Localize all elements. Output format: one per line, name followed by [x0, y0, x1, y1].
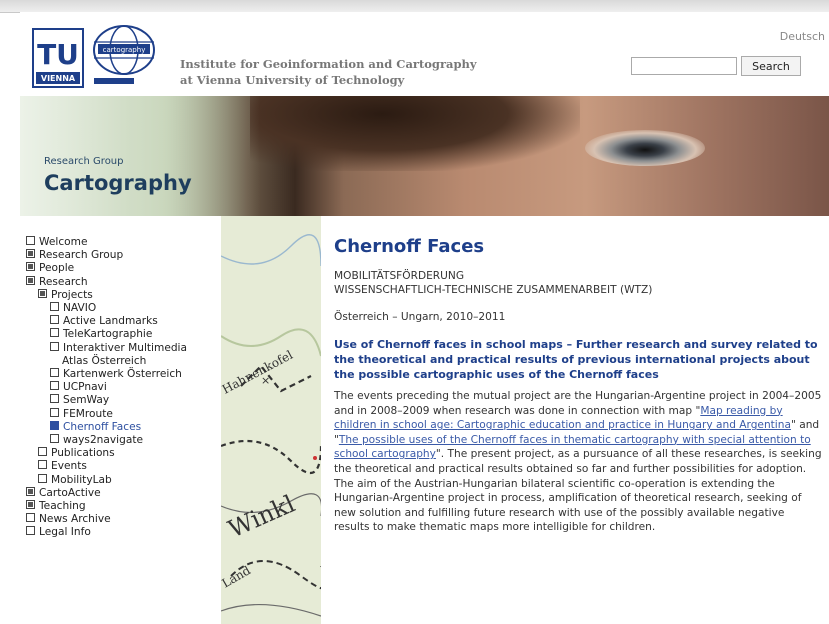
sidebar-item-ways2navigate[interactable]: ways2navigate — [26, 434, 222, 447]
content-line-wtz: WISSENSCHAFTLICH-TECHNISCHE ZUSAMMENARBE… — [334, 284, 653, 296]
sidebar-item-label: Active Landmarks — [63, 315, 158, 328]
page-icon — [50, 394, 59, 404]
sidebar-item-kartenwerk-sterreich[interactable]: Kartenwerk Österreich — [26, 368, 222, 381]
sidebar-item-label: Kartenwerk Österreich — [63, 368, 182, 381]
page-icon — [26, 513, 35, 523]
page-icon — [50, 407, 59, 417]
sidebar-item-label: UCPnavi — [63, 381, 107, 394]
page-title: Chernoff Faces — [334, 236, 485, 257]
page-icon — [50, 434, 59, 444]
page-icon — [38, 473, 47, 483]
sidebar-item-label: ways2navigate — [63, 434, 143, 447]
sidebar-item-label: Publications — [51, 447, 115, 460]
sidebar-item-label: Legal Info — [39, 526, 91, 539]
sidebar-item-interaktiver-multimedia[interactable]: Interaktiver Multimedia — [26, 341, 222, 355]
institute-line-1: Institute for Geoinformation and Cartogr… — [180, 57, 477, 71]
main-content: Chernoff Faces MOBILITÄTSFÖRDERUNG WISSE… — [334, 236, 822, 535]
sidebar-item-label: Events — [51, 460, 87, 473]
sidebar-item-label: Welcome — [39, 236, 88, 248]
sidebar-item-research[interactable]: Research — [26, 275, 222, 289]
institute-name: Institute for Geoinformation and Cartogr… — [180, 56, 477, 88]
sidebar-item-chernoff-faces[interactable]: Chernoff Faces — [26, 420, 222, 434]
sidebar-item-welcome[interactable]: Welcome — [26, 236, 222, 249]
page-icon — [50, 381, 59, 391]
sidebar-item-label: People — [39, 262, 75, 275]
banner-cartography-title: Cartography — [44, 171, 192, 195]
sidebar-item-label: Chernoff Faces — [63, 420, 142, 433]
content-paragraph: The events preceding the mutual project … — [334, 389, 822, 535]
institute-line-2: at Vienna University of Technology — [180, 73, 405, 87]
sidebar-navigation: Welcome Research Group People Research Proje… — [26, 236, 222, 540]
page-icon — [26, 526, 35, 536]
sidebar-item-navio[interactable]: NAVIO — [26, 302, 222, 315]
sidebar-item-research-group[interactable]: Research Group — [26, 249, 222, 262]
sidebar-item-legal-info[interactable]: Legal Info — [26, 526, 222, 539]
sidebar-item-atlas-sterreich: Atlas Österreich — [26, 355, 222, 368]
sidebar-item-label: News Archive — [39, 513, 111, 526]
header-banner-photo: Research Group Cartography — [20, 96, 829, 216]
tu-vienna-logo[interactable]: TU VIENNA — [32, 28, 84, 88]
sidebar-item-label: CartoActive — [39, 486, 101, 499]
sidebar-item-femroute[interactable]: FEMroute — [26, 407, 222, 421]
sidebar-item-ucpnavi[interactable]: UCPnavi — [26, 381, 222, 394]
folder-icon — [26, 249, 35, 259]
sidebar-item-label: Interaktiver Multimedia — [63, 341, 187, 354]
sidebar-item-publications[interactable]: Publications — [26, 447, 222, 460]
folder-icon — [26, 262, 35, 272]
sidebar-item-label: Research — [39, 275, 88, 288]
banner-research-group-label: Research Group — [44, 156, 124, 167]
sidebar-item-teaching[interactable]: Teaching — [26, 500, 222, 513]
logo-vienna-text: VIENNA — [41, 74, 76, 83]
logo-globe-text: cartography — [103, 46, 146, 54]
sidebar-item-label: Atlas Österreich — [62, 354, 147, 367]
sidebar-item-events[interactable]: Events — [26, 460, 222, 473]
search-button[interactable]: Search — [741, 56, 801, 76]
page-icon — [38, 447, 47, 457]
folder-icon — [26, 500, 35, 510]
page-icon — [50, 315, 59, 325]
page-icon — [50, 302, 59, 312]
sidebar-item-label: Research Group — [39, 249, 124, 262]
sidebar-item-label: FEMroute — [63, 407, 113, 420]
page-icon — [38, 460, 47, 470]
folder-icon — [26, 486, 35, 496]
sidebar-item-cartoactive[interactable]: CartoActive — [26, 486, 222, 500]
page-icon — [50, 368, 59, 378]
site-header: TU VIENNA cartography Institute for Geoi… — [20, 12, 829, 96]
logo-tu-text: TU — [37, 38, 79, 71]
page-icon — [50, 420, 59, 430]
page-icon — [26, 236, 35, 245]
folder-icon — [38, 288, 47, 298]
sidebar-item-semway[interactable]: SemWay — [26, 394, 222, 407]
sidebar-item-label: TeleKartographie — [63, 328, 153, 341]
sidebar-item-active-landmarks[interactable]: Active Landmarks — [26, 315, 222, 328]
search-input[interactable] — [631, 57, 737, 75]
svg-text:×: × — [261, 374, 270, 387]
sidebar-item-projects[interactable]: Projects — [26, 288, 222, 302]
folder-icon — [26, 275, 35, 285]
sidebar-item-label: SemWay — [63, 394, 110, 407]
sidebar-item-news-archive[interactable]: News Archive — [26, 513, 222, 526]
sidebar-item-label: NAVIO — [63, 302, 97, 315]
paragraph-text-3: ". The present project, as a pursuance o… — [334, 448, 822, 534]
cartography-globe-logo[interactable]: cartography — [88, 22, 178, 88]
sidebar-item-label: MobilityLab — [51, 473, 112, 486]
topographic-map-decoration: Hahnenkofel × Winkl Land — [221, 216, 321, 624]
sidebar-item-mobilitylab[interactable]: MobilityLab — [26, 473, 222, 487]
content-subtitle: Use of Chernoff faces in school maps – F… — [334, 338, 818, 381]
content-line-mobilitaetsfoerderung: MOBILITÄTSFÖRDERUNG — [334, 270, 465, 282]
eye-image — [585, 130, 705, 166]
language-link-deutsch[interactable]: Deutsch — [780, 30, 825, 43]
sidebar-item-telekartographie[interactable]: TeleKartographie — [26, 328, 222, 341]
sidebar-item-people[interactable]: People — [26, 262, 222, 275]
content-line-country-years: Österreich – Ungarn, 2010–2011 — [334, 311, 506, 323]
sidebar-item-label: Projects — [51, 288, 93, 301]
page-icon — [50, 341, 59, 351]
sidebar-item-label: Teaching — [39, 500, 86, 513]
page-icon — [50, 328, 59, 338]
